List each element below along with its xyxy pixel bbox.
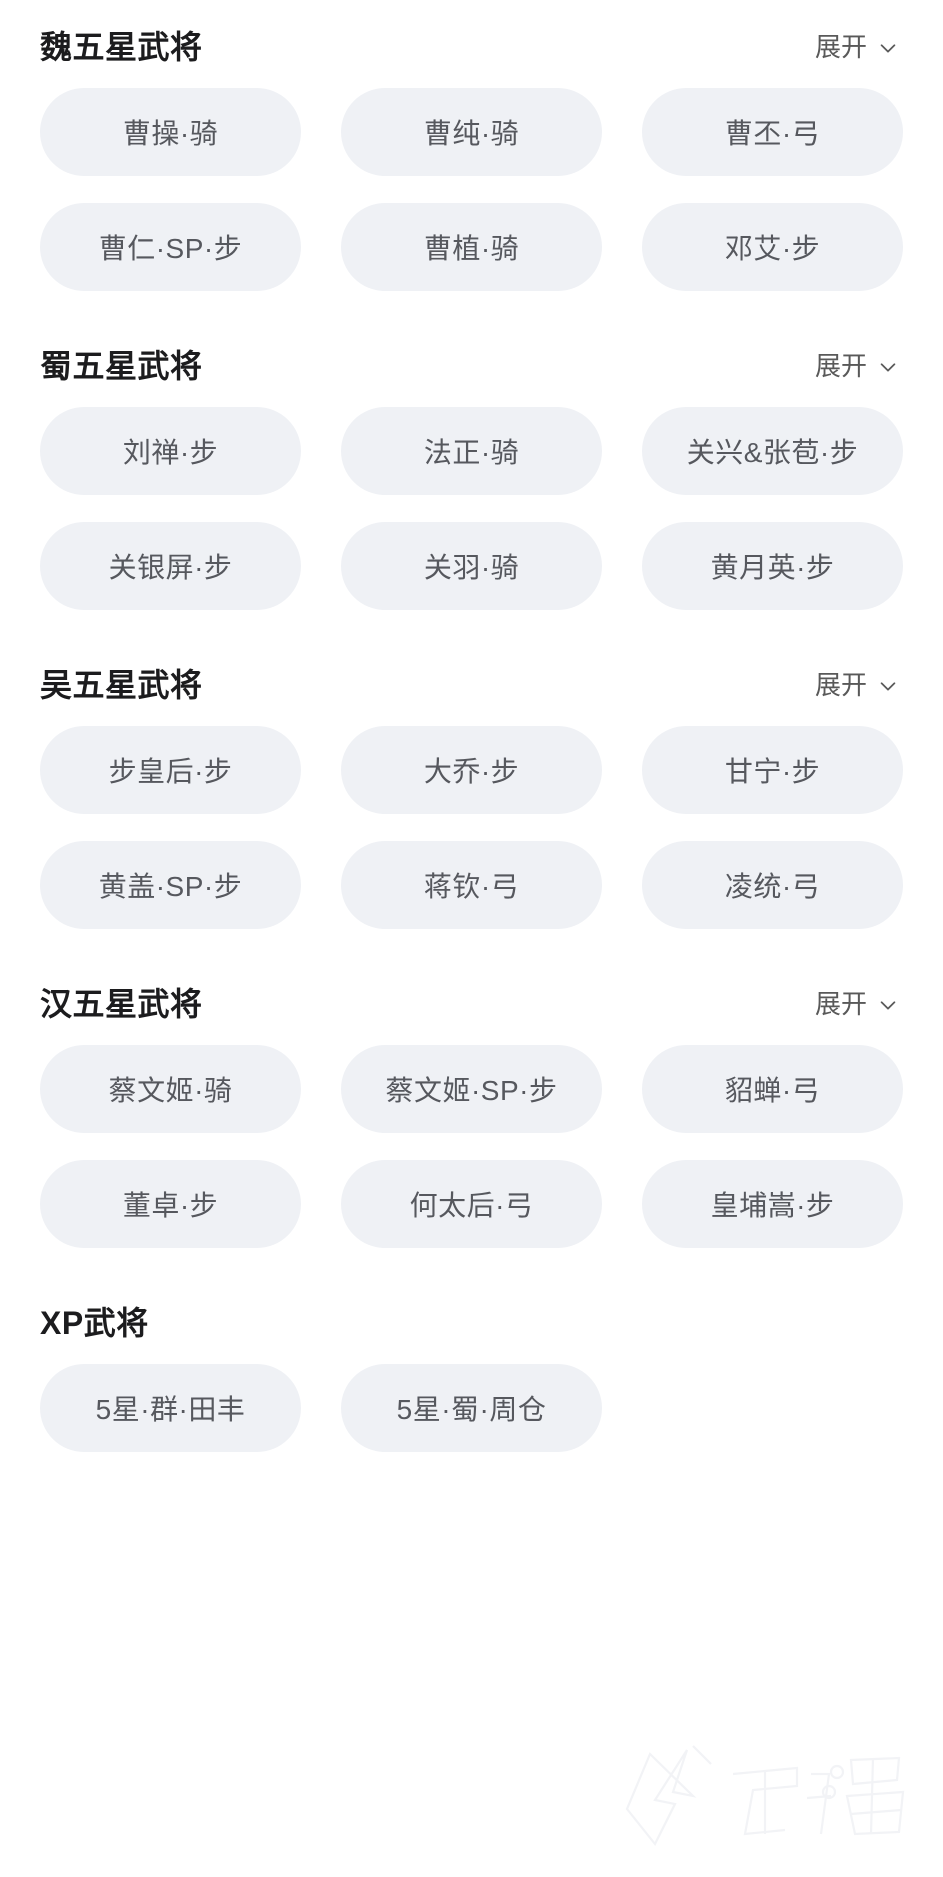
hero-chip[interactable]: 曹丕·弓	[642, 88, 903, 176]
chevron-down-icon	[877, 37, 899, 59]
hero-chip[interactable]: 甘宁·步	[642, 726, 903, 814]
sections-container: 魏五星武将 展开 曹操·骑 曹纯·骑 曹丕·弓 曹仁·SP·步 曹植·骑 邓艾·步 蜀五星武将展…	[40, 0, 903, 1480]
hero-chip[interactable]: 黄盖·SP·步	[40, 841, 301, 929]
chevron-down-icon	[877, 994, 899, 1016]
hero-section: XP武将 5星·群·田丰 5星·蜀·周仓	[40, 1276, 903, 1480]
section-title: 吴五星武将	[40, 667, 203, 703]
section-header: XP武将	[40, 1276, 903, 1364]
hero-section: 汉五星武将 展开蔡文姬·骑 蔡文姬·SP·步 貂蝉·弓董卓·步 何太后·弓 皇埔嵩·步	[40, 957, 903, 1276]
hero-chip[interactable]: 曹仁·SP·步	[40, 203, 301, 291]
expand-label: 展开	[814, 32, 867, 62]
hero-chip[interactable]: 蒋钦·弓	[341, 841, 602, 929]
hero-chip[interactable]: 关兴&张苞·步	[642, 407, 903, 495]
hero-chip[interactable]: 何太后·弓	[341, 1160, 602, 1248]
hero-chip[interactable]: 曹纯·骑	[341, 88, 602, 176]
expand-toggle[interactable]: 展开	[815, 34, 903, 60]
hero-chip[interactable]: 大乔·步	[341, 726, 602, 814]
hero-chip[interactable]: 步皇后·步	[40, 726, 301, 814]
hero-chip-grid: 曹操·骑 曹纯·骑 曹丕·弓曹仁·SP·步 曹植·骑 邓艾·步	[40, 88, 903, 291]
hero-chip[interactable]: 刘禅·步	[40, 407, 301, 495]
hero-chip[interactable]: 曹操·骑	[40, 88, 301, 176]
expand-label: 展开	[814, 989, 867, 1019]
chevron-down-icon	[877, 356, 899, 378]
expand-label: 展开	[814, 351, 867, 381]
section-title: 汉五星武将	[40, 986, 203, 1022]
hero-chip[interactable]: 貂蝉·弓	[642, 1045, 903, 1133]
hero-chip[interactable]: 蔡文姬·SP·步	[341, 1045, 602, 1133]
hero-chip[interactable]: 5星·蜀·周仓	[341, 1364, 602, 1452]
hero-section: 吴五星武将 展开步皇后·步 大乔·步 甘宁·步黄盖·SP·步 蒋钦·弓 凌统·弓	[40, 638, 903, 957]
hero-chip-grid: 5星·群·田丰 5星·蜀·周仓	[40, 1364, 903, 1452]
hero-chip[interactable]: 黄月英·步	[642, 522, 903, 610]
hero-chip[interactable]: 关银屏·步	[40, 522, 301, 610]
hero-section: 蜀五星武将 展开刘禅·步 法正·骑 关兴&张苞·步关银屏·步 关羽·骑 黄月英·步	[40, 319, 903, 638]
hero-list-page: 魏五星武将 展开 曹操·骑 曹纯·骑 曹丕·弓 曹仁·SP·步 曹植·骑 邓艾·步 蜀五星武将展…	[0, 0, 943, 1877]
section-title: 蜀五星武将	[40, 348, 203, 384]
hero-chip[interactable]: 蔡文姬·骑	[40, 1045, 301, 1133]
hero-chip[interactable]: 凌统·弓	[642, 841, 903, 929]
hero-chip[interactable]: 邓艾·步	[642, 203, 903, 291]
section-header: 吴五星武将 展开	[40, 638, 903, 726]
expand-label: 展开	[814, 670, 867, 700]
jiuyou-watermark	[615, 1734, 915, 1859]
hero-chip-grid: 蔡文姬·骑 蔡文姬·SP·步 貂蝉·弓董卓·步 何太后·弓 皇埔嵩·步	[40, 1045, 903, 1248]
hero-chip[interactable]: 5星·群·田丰	[40, 1364, 301, 1452]
section-header: 蜀五星武将 展开	[40, 319, 903, 407]
expand-toggle[interactable]: 展开	[815, 672, 903, 698]
hero-chip-grid: 刘禅·步 法正·骑 关兴&张苞·步关银屏·步 关羽·骑 黄月英·步	[40, 407, 903, 610]
section-header: 汉五星武将 展开	[40, 957, 903, 1045]
hero-chip[interactable]: 法正·骑	[341, 407, 602, 495]
expand-toggle[interactable]: 展开	[815, 353, 903, 379]
section-title: XP武将	[40, 1305, 149, 1341]
hero-chip[interactable]: 董卓·步	[40, 1160, 301, 1248]
chevron-down-icon	[877, 675, 899, 697]
hero-chip[interactable]: 曹植·骑	[341, 203, 602, 291]
section-header: 魏五星武将 展开	[40, 0, 903, 88]
expand-toggle[interactable]: 展开	[815, 991, 903, 1017]
hero-section: 魏五星武将 展开曹操·骑 曹纯·骑 曹丕·弓曹仁·SP·步 曹植·骑 邓艾·步	[40, 0, 903, 319]
section-title: 魏五星武将	[40, 29, 203, 65]
hero-chip[interactable]: 关羽·骑	[341, 522, 602, 610]
hero-chip-grid: 步皇后·步 大乔·步 甘宁·步黄盖·SP·步 蒋钦·弓 凌统·弓	[40, 726, 903, 929]
hero-chip[interactable]: 皇埔嵩·步	[642, 1160, 903, 1248]
